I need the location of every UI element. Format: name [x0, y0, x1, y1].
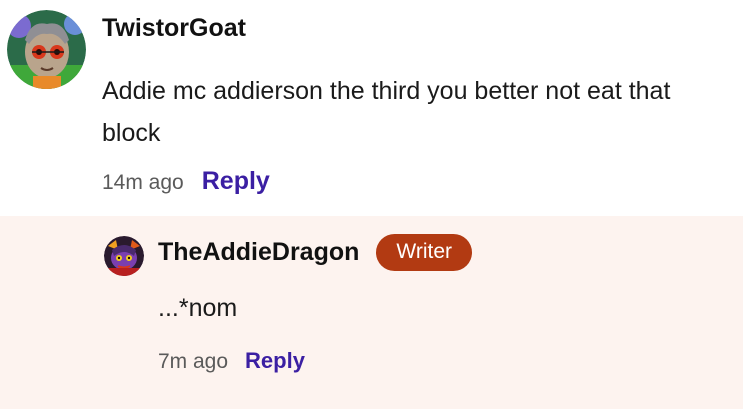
- writer-badge: Writer: [376, 234, 473, 271]
- reply-button[interactable]: Reply: [245, 348, 305, 374]
- comment-thread: TwistorGoat Addie mc addierson the third…: [0, 0, 743, 409]
- goat-avatar-icon: [7, 10, 86, 89]
- reply-comment: TheAddieDragon Writer ...*nom 7m ago Rep…: [0, 216, 743, 409]
- reply-button[interactable]: Reply: [202, 167, 270, 196]
- comment: TwistorGoat Addie mc addierson the third…: [0, 0, 743, 216]
- reply-meta: 7m ago Reply: [158, 348, 305, 374]
- dragon-avatar-icon: [104, 236, 144, 276]
- avatar[interactable]: [7, 10, 86, 89]
- comment-username[interactable]: TwistorGoat: [102, 14, 246, 43]
- comment-meta: 14m ago Reply: [102, 167, 270, 196]
- reply-body: ...*nom: [158, 294, 238, 322]
- reply-username[interactable]: TheAddieDragon: [158, 238, 359, 267]
- comment-timestamp: 14m ago: [102, 171, 184, 194]
- reply-timestamp: 7m ago: [158, 350, 229, 373]
- reply-header: TheAddieDragon Writer: [158, 234, 473, 271]
- comment-body: Addie mc addierson the third you better …: [102, 77, 671, 147]
- avatar[interactable]: [104, 236, 144, 276]
